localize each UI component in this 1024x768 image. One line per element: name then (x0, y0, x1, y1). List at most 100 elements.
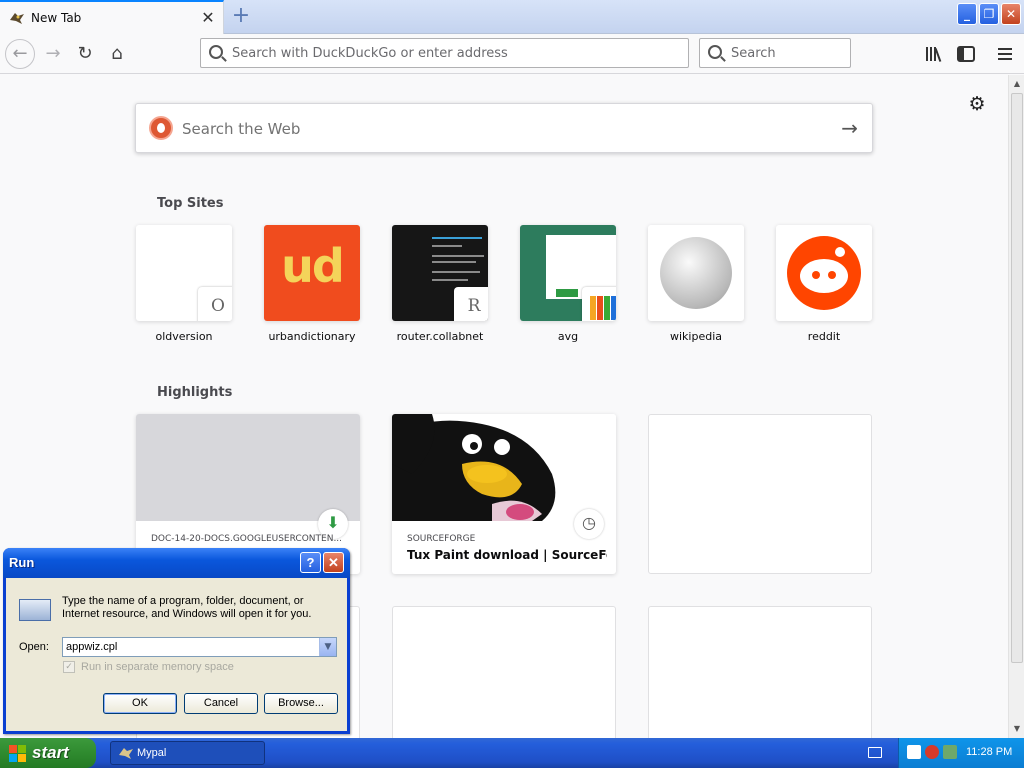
start-button[interactable]: start (0, 738, 96, 768)
search-icon (209, 45, 223, 59)
scrollbar-thumb[interactable] (1011, 93, 1023, 663)
top-site-label: oldversion (155, 330, 213, 343)
top-site-urbandictionary[interactable]: ud urbandictionary (264, 225, 360, 343)
tab-close-icon[interactable]: ✕ (198, 8, 218, 28)
highlight-placeholder (392, 606, 616, 738)
top-site-label: avg (557, 330, 579, 343)
top-site-label: router.collabnet (396, 330, 484, 343)
scroll-down-arrow-icon[interactable]: ▼ (1011, 722, 1023, 736)
screenshot-line (432, 255, 484, 257)
top-site-tile[interactable]: ud (264, 225, 360, 321)
hfs-tray-icon[interactable] (907, 745, 921, 759)
ok-button[interactable]: OK (103, 693, 177, 714)
mypal-app-icon (119, 748, 133, 759)
keyboard-layout-icon[interactable] (868, 747, 882, 758)
top-site-tile[interactable] (520, 225, 616, 321)
reddit-alien-face (800, 259, 848, 293)
duckduckgo-logo-icon (149, 116, 173, 140)
reddit-eye (828, 271, 836, 279)
search-icon (708, 45, 722, 59)
cancel-button[interactable]: Cancel (184, 693, 258, 714)
search-bar[interactable] (699, 38, 851, 68)
windows-logo-icon (9, 745, 26, 762)
address-input[interactable] (232, 44, 672, 62)
forward-button[interactable]: → (38, 39, 68, 69)
run-dialog-titlebar[interactable]: Run ? ✕ (3, 548, 350, 578)
highlight-title: Tux Paint download | SourceFor... (407, 548, 607, 562)
open-label: Open: (19, 641, 49, 653)
highlight-preview-image (136, 414, 360, 521)
search-go-arrow-icon[interactable]: → (841, 116, 858, 140)
wikipedia-globe-icon (660, 237, 732, 309)
screenshot-line (432, 271, 480, 273)
web-search-box[interactable]: → (135, 103, 873, 153)
top-site-wikipedia[interactable]: wikipedia (648, 225, 744, 343)
highlight-card[interactable]: ◷ SOURCEFORGE Tux Paint download | Sourc… (392, 414, 616, 574)
top-site-oldversion[interactable]: O oldversion (136, 225, 232, 343)
home-button[interactable]: ⌂ (102, 39, 132, 69)
restore-button[interactable]: ❐ (979, 3, 999, 25)
open-combobox[interactable]: ▼ (62, 637, 337, 657)
open-input[interactable] (66, 640, 314, 654)
tab-title: New Tab (31, 11, 82, 25)
security-alert-icon[interactable] (925, 745, 939, 759)
browse-button[interactable]: Browse... (264, 693, 338, 714)
new-tab-button[interactable]: + (228, 3, 254, 29)
page-scrollbar[interactable]: ▲ ▼ (1008, 75, 1024, 738)
run-description: Type the name of a program, folder, docu… (62, 595, 312, 620)
top-site-label: reddit (807, 330, 841, 343)
library-icon[interactable] (922, 42, 946, 66)
navigation-toolbar: ← → ↻ ⌂ (0, 34, 1024, 74)
separate-memory-checkbox: ✓ (63, 661, 75, 673)
urbandictionary-logo: ud (281, 239, 345, 293)
avg-favicon-badge (582, 287, 616, 321)
tab-strip: New Tab ✕ + _ ❐ ✕ (0, 0, 1024, 34)
separate-memory-label: Run in separate memory space (81, 661, 234, 673)
run-dialog-title: Run (9, 555, 35, 570)
screenshot-line (432, 245, 462, 247)
taskbar-item-label: Mypal (137, 747, 167, 759)
highlight-preview-image (392, 414, 616, 521)
top-site-label: urbandictionary (268, 330, 356, 343)
tab-new-tab[interactable]: New Tab ✕ (0, 0, 224, 34)
screenshot-line (432, 261, 476, 263)
taskbar: start Mypal 11:28 PM (0, 738, 1024, 768)
sidebar-icon[interactable] (954, 42, 978, 66)
help-button[interactable]: ? (300, 552, 321, 573)
top-site-avg[interactable]: avg (520, 225, 616, 343)
minimize-button[interactable]: _ (957, 3, 977, 25)
reddit-eye (812, 271, 820, 279)
avg-ok-button-thumb (556, 289, 578, 297)
screenshot-line (432, 237, 482, 239)
system-tray: 11:28 PM (898, 738, 1024, 768)
mypal-favicon-icon (10, 13, 24, 24)
top-site-tile[interactable] (648, 225, 744, 321)
hamburger-menu-icon[interactable] (993, 42, 1017, 66)
window-controls: _ ❐ ✕ (957, 3, 1021, 25)
scroll-up-arrow-icon[interactable]: ▲ (1011, 77, 1023, 91)
highlight-host: DOC-14-20-DOCS.GOOGLEUSERCONTEN... (151, 534, 343, 544)
close-dialog-button[interactable]: ✕ (323, 552, 344, 573)
top-site-tile[interactable]: R (392, 225, 488, 321)
reddit-logo-icon (787, 236, 861, 310)
top-site-reddit[interactable]: reddit (776, 225, 872, 343)
address-bar[interactable] (200, 38, 689, 68)
site-letter-badge: O (198, 287, 232, 321)
back-button[interactable]: ← (5, 39, 35, 69)
top-site-router-collabnet[interactable]: R router.collabnet (392, 225, 488, 343)
run-dialog: Run ? ✕ Type the name of a program, fold… (3, 548, 350, 734)
search-input[interactable] (731, 44, 841, 62)
taskbar-item-mypal[interactable]: Mypal (110, 741, 265, 765)
start-label: start (32, 743, 69, 762)
web-search-input[interactable] (182, 119, 822, 139)
close-window-button[interactable]: ✕ (1001, 3, 1021, 25)
dropdown-arrow-icon[interactable]: ▼ (319, 638, 336, 656)
settings-gear-icon[interactable]: ⚙ (967, 94, 987, 114)
highlight-placeholder (648, 606, 872, 738)
top-site-tile[interactable] (776, 225, 872, 321)
top-site-tile[interactable]: O (136, 225, 232, 321)
run-program-icon (19, 599, 51, 621)
reload-button[interactable]: ↻ (70, 39, 100, 69)
tux-penguin-image (392, 414, 616, 521)
network-tray-icon[interactable] (943, 745, 957, 759)
